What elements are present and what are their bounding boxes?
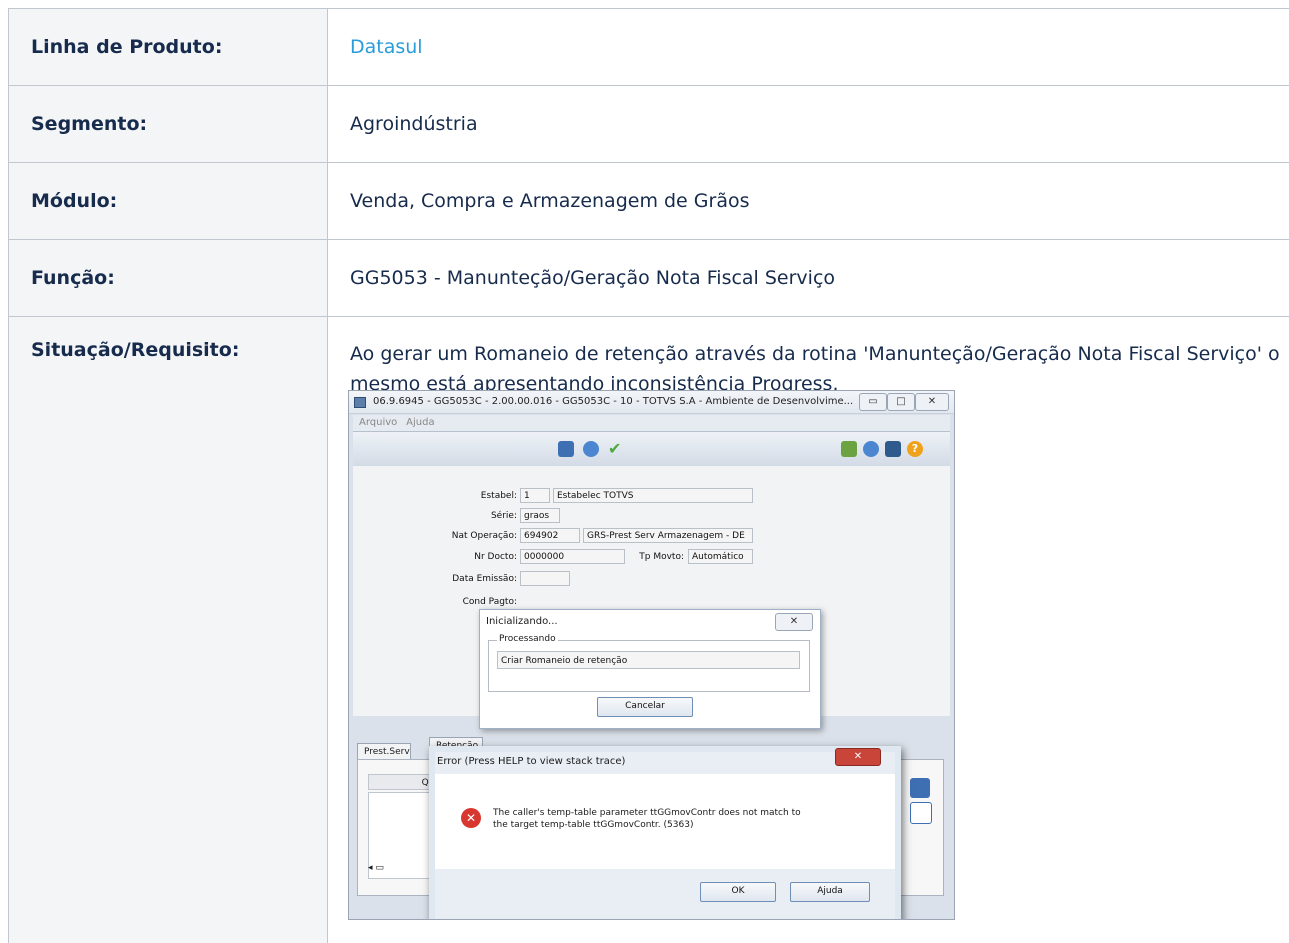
- close-icon[interactable]: ✕: [915, 393, 949, 411]
- module-value: Venda, Compra e Armazenagem de Grãos: [350, 190, 750, 212]
- nat-operacao-label: Nat Operação:: [451, 531, 517, 541]
- cancel-button[interactable]: Cancelar: [597, 697, 693, 717]
- situation-label: Situação/Requisito:: [8, 317, 328, 943]
- grid-new-icon[interactable]: [910, 802, 932, 824]
- window-titlebar: 06.9.6945 - GG5053C - 2.00.00.016 - GG50…: [349, 391, 954, 414]
- menu-bar: Arquivo Ajuda: [353, 415, 950, 431]
- nat-operacao-name-field: GRS-Prest Serv Armazenagem - DE: [583, 528, 753, 543]
- serie-field[interactable]: graos: [520, 508, 560, 523]
- init-close-icon[interactable]: ✕: [775, 613, 813, 631]
- serie-label: Série:: [490, 511, 517, 521]
- print-icon[interactable]: [583, 441, 599, 457]
- maximize-icon[interactable]: □: [887, 393, 915, 411]
- init-dialog-title: Inicializando...: [486, 616, 558, 627]
- ok-button[interactable]: OK: [700, 882, 776, 902]
- tp-movto-field[interactable]: Automático: [688, 549, 753, 564]
- cond-pagto-label: Cond Pagto:: [462, 597, 517, 607]
- function-value: GG5053 - Manunteção/Geração Nota Fiscal …: [350, 267, 836, 289]
- processing-status: Criar Romaneio de retenção: [497, 651, 800, 669]
- segment-label: Segmento:: [8, 86, 328, 162]
- tree-icon[interactable]: [841, 441, 857, 457]
- error-screenshot: 06.9.6945 - GG5053C - 2.00.00.016 - GG50…: [348, 390, 955, 920]
- nat-operacao-field[interactable]: 694902: [520, 528, 580, 543]
- error-dialog-title: Error (Press HELP to view stack trace): [437, 756, 626, 767]
- error-message-line2: the target temp-table ttGGmovContr. (536…: [493, 820, 694, 830]
- row-function: Função: GG5053 - Manunteção/Geração Nota…: [8, 240, 1289, 317]
- edit-icon[interactable]: [558, 441, 574, 457]
- confirm-icon[interactable]: ✔: [608, 441, 624, 457]
- error-body: ✕ The caller's temp-table parameter ttGG…: [435, 774, 895, 869]
- grid-scrollbar[interactable]: ◂ ▭: [368, 863, 398, 877]
- product-line-link[interactable]: Datasul: [350, 36, 423, 58]
- error-dialog: Error (Press HELP to view stack trace) ✕…: [429, 746, 901, 919]
- processing-group-label: Processando: [497, 634, 558, 644]
- tp-movto-label: Tp Movto:: [639, 552, 684, 562]
- module-label: Módulo:: [8, 163, 328, 239]
- nr-docto-field[interactable]: 0000000: [520, 549, 625, 564]
- row-product-line: Linha de Produto: Datasul: [8, 8, 1289, 86]
- function-label: Função:: [8, 240, 328, 316]
- data-emissao-field[interactable]: [520, 571, 570, 586]
- app-icon: [354, 397, 366, 408]
- menu-arquivo[interactable]: Arquivo: [359, 417, 397, 428]
- print2-icon[interactable]: [863, 441, 879, 457]
- estabel-name-field: Estabelec TOTVS: [553, 488, 753, 503]
- exit-icon[interactable]: [885, 441, 901, 457]
- error-message-line1: The caller's temp-table parameter ttGGmo…: [493, 808, 801, 818]
- menu-ajuda[interactable]: Ajuda: [406, 417, 434, 428]
- segment-value: Agroindústria: [350, 113, 478, 135]
- product-line-label: Linha de Produto:: [8, 9, 328, 85]
- error-icon: ✕: [461, 808, 481, 828]
- row-segment: Segmento: Agroindústria: [8, 86, 1289, 163]
- help-icon[interactable]: ?: [907, 441, 923, 457]
- estabel-field[interactable]: 1: [520, 488, 550, 503]
- window-title: 06.9.6945 - GG5053C - 2.00.00.016 - GG50…: [373, 396, 854, 407]
- nr-docto-label: Nr Docto:: [474, 552, 517, 562]
- toolbar: ✔ ?: [353, 431, 950, 467]
- init-dialog: Inicializando... ✕ Processando Criar Rom…: [479, 609, 821, 729]
- ajuda-button[interactable]: Ajuda: [790, 882, 870, 902]
- estabel-label: Estabel:: [480, 491, 517, 501]
- error-close-icon[interactable]: ✕: [835, 748, 881, 766]
- processing-group: Processando Criar Romaneio de retenção: [488, 634, 810, 692]
- grid-edit-icon[interactable]: [910, 778, 930, 798]
- row-module: Módulo: Venda, Compra e Armazenagem de G…: [8, 163, 1289, 240]
- minimize-icon[interactable]: ▭: [859, 393, 887, 411]
- data-emissao-label: Data Emissão:: [452, 574, 517, 584]
